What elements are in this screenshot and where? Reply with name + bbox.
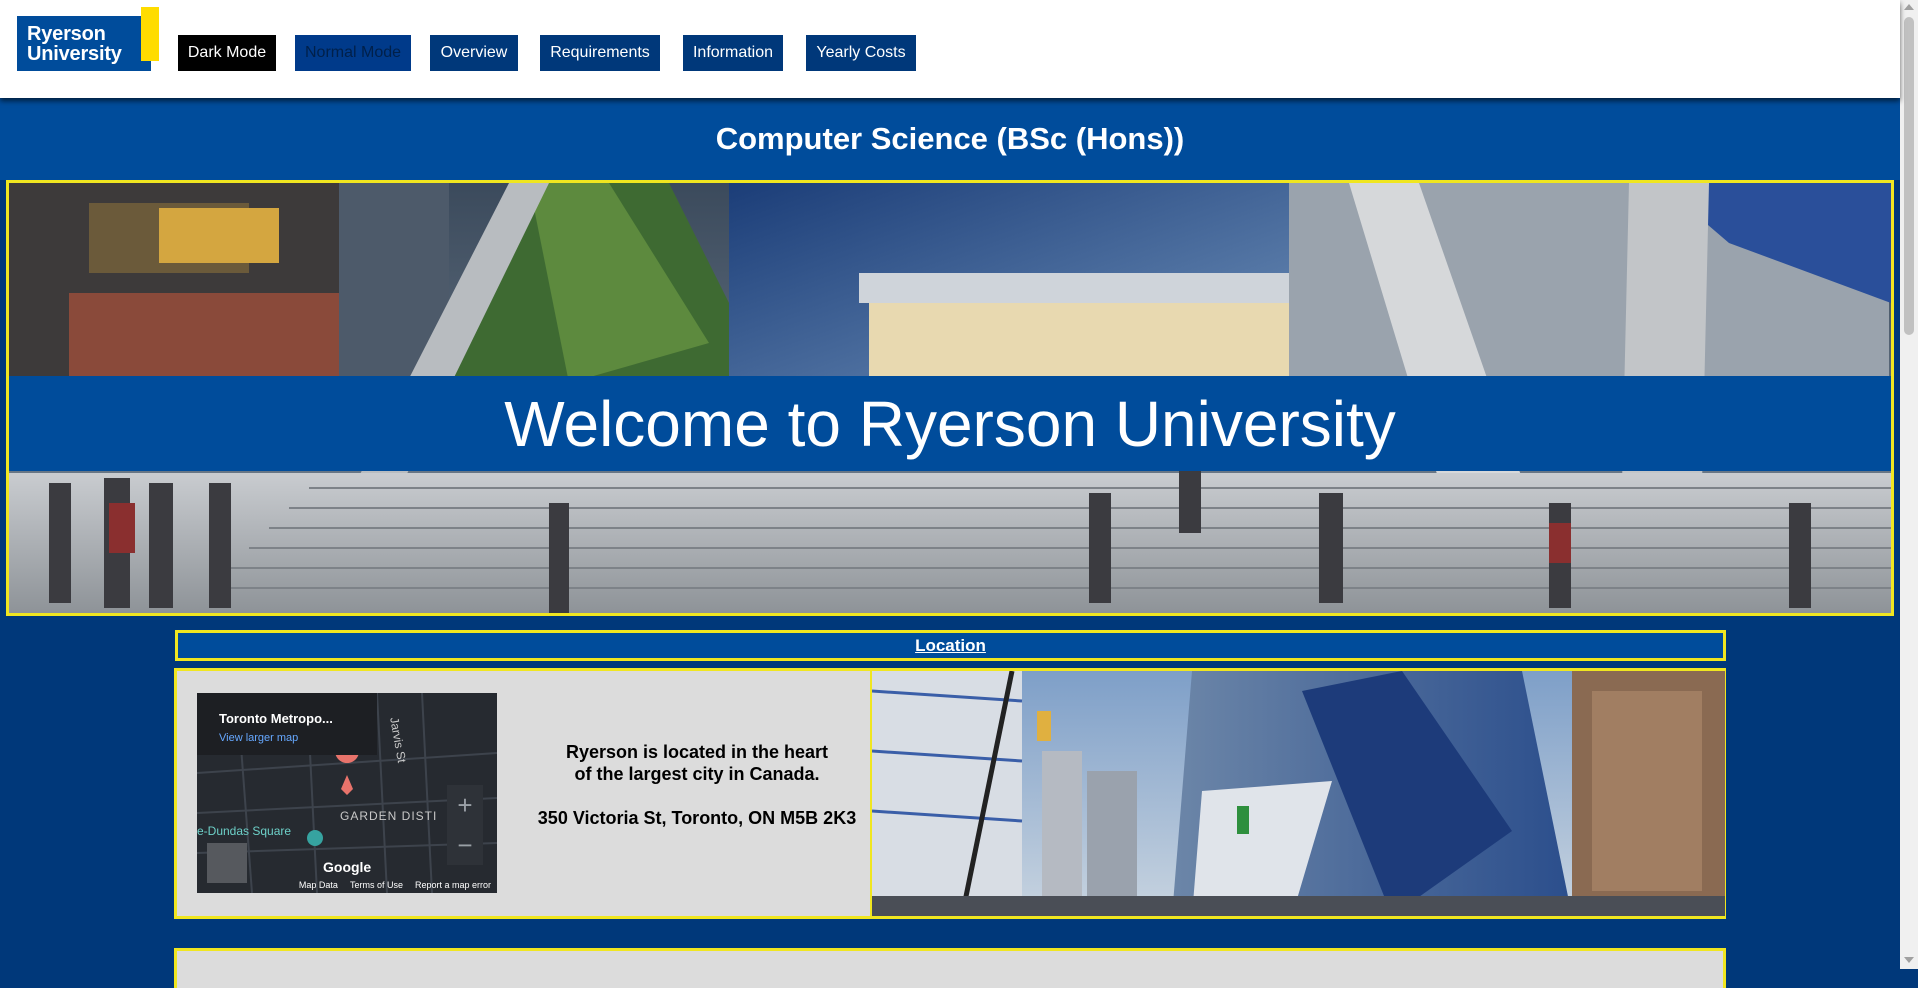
overview-button[interactable]: Overview: [430, 35, 518, 71]
map-data-label: Map Data: [298, 880, 338, 890]
map-report-error-link[interactable]: Report a map error: [415, 880, 491, 890]
welcome-text: Welcome to Ryerson University: [504, 387, 1396, 460]
map-square-label: e-Dundas Square: [197, 824, 292, 838]
hero-image: Welcome to Ryerson University: [6, 180, 1894, 616]
top-navigation: Ryerson University Dark Mode Normal Mode…: [0, 0, 1900, 98]
map-footer: Map Data Terms of Use Report a map error: [197, 877, 497, 893]
logo-text: Ryerson University: [27, 24, 122, 64]
next-section-panel: [174, 948, 1726, 988]
map-info-card: Toronto Metropo... View larger map: [197, 693, 377, 755]
dark-mode-button[interactable]: Dark Mode: [178, 35, 276, 71]
logo-line-1: Ryerson: [27, 23, 106, 45]
location-heading-bar: Location: [175, 630, 1726, 661]
scroll-up-icon[interactable]: [1904, 4, 1914, 10]
logo-line-2: University: [27, 43, 122, 65]
map-place-name: Toronto Metropo...: [219, 711, 333, 726]
location-panel: Toronto Metropo... View larger map Jarvi…: [174, 668, 1726, 919]
scrollbar-thumb[interactable]: [1904, 17, 1914, 335]
requirements-button[interactable]: Requirements: [540, 35, 660, 71]
information-button[interactable]: Information: [683, 35, 783, 71]
location-description: Ryerson is located in the heart of the l…: [565, 742, 829, 784]
page-scrollbar[interactable]: [1900, 0, 1918, 969]
yearly-costs-button[interactable]: Yearly Costs: [806, 35, 916, 71]
ryerson-logo[interactable]: Ryerson University: [17, 7, 159, 71]
location-text: Ryerson is located in the heart of the l…: [507, 741, 887, 829]
page-title-bar: Computer Science (BSc (Hons)): [0, 98, 1900, 180]
normal-mode-button[interactable]: Normal Mode: [295, 35, 411, 71]
page-title: Computer Science (BSc (Hons)): [715, 121, 1185, 156]
campus-building-photo: [870, 671, 1725, 916]
map-brand-label: Google: [323, 859, 372, 875]
map-district-label: GARDEN DISTI: [340, 809, 438, 823]
location-address: 350 Victoria St, Toronto, ON M5B 2K3: [537, 808, 857, 828]
map-zoom-controls: + −: [447, 785, 483, 865]
logo-accent-bar: [141, 7, 159, 61]
zoom-out-button[interactable]: −: [447, 825, 483, 865]
view-larger-map-link[interactable]: View larger map: [219, 732, 298, 744]
embedded-map[interactable]: Toronto Metropo... View larger map Jarvi…: [197, 693, 497, 893]
scroll-down-icon[interactable]: [1904, 957, 1914, 963]
map-terms-link[interactable]: Terms of Use: [350, 880, 403, 890]
location-link[interactable]: Location: [915, 636, 986, 656]
building-photo-graphic: [872, 671, 1725, 916]
welcome-banner: Welcome to Ryerson University: [9, 376, 1891, 471]
zoom-in-button[interactable]: +: [447, 785, 483, 825]
